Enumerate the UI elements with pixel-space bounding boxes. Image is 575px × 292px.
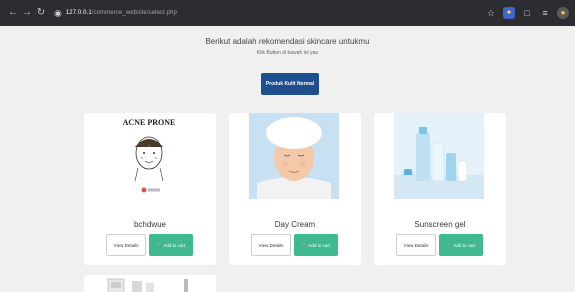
site-info-icon[interactable]: ◉	[54, 8, 62, 19]
address-bar[interactable]: 127.0.0.1/commerce_website/select.php	[66, 10, 177, 16]
add-to-cart-button[interactable]: 🛒 Add to cart	[439, 234, 483, 256]
product-card	[84, 275, 216, 292]
tab-menu-icon[interactable]: ≡	[539, 8, 551, 18]
page-subheading: Klik Button di bawah ini yaa	[256, 50, 319, 56]
view-details-button[interactable]: View Details	[251, 234, 291, 256]
product-image	[249, 113, 339, 199]
product-name: Sunscreen gel	[414, 220, 466, 229]
star-icon[interactable]: ☆	[485, 8, 497, 19]
reload-icon[interactable]: ↻	[34, 0, 48, 26]
profile-avatar-icon[interactable]: ●	[557, 7, 569, 19]
product-image: ACNE PRONE	[104, 113, 194, 199]
view-details-button[interactable]: View Details	[396, 234, 436, 256]
product-card: Sunscreen gel View Details 🛒 Add to cart	[374, 113, 506, 265]
page-heading: Berikut adalah rekomendasi skincare untu…	[205, 37, 370, 46]
image-caption-text: ACNE PRONE	[123, 118, 176, 127]
add-to-cart-button[interactable]: 🛒 Add to cart	[294, 234, 338, 256]
add-to-cart-label: Add to cart	[453, 242, 476, 248]
add-to-cart-label: Add to cart	[308, 242, 331, 248]
normal-skin-products-button[interactable]: Produk Kulit Normal	[261, 73, 319, 95]
extensions-puzzle-icon[interactable]: □	[521, 8, 533, 18]
product-name: bchdwue	[133, 220, 167, 229]
url-path: /commerce_website/select.php	[91, 10, 177, 16]
add-to-cart-button[interactable]: 🛒 Add to cart	[149, 234, 193, 256]
product-name: Day Cream	[274, 220, 316, 229]
browser-actions: ☆ ✦ □ ≡ ●	[485, 0, 569, 26]
product-image	[394, 113, 484, 199]
browser-toolbar: ← → ↻ ◉ 127.0.0.1/commerce_website/selec…	[0, 0, 575, 26]
arrow-left-icon[interactable]: ←	[6, 0, 20, 26]
cart-icon: 🛒	[301, 242, 308, 247]
url-host: 127.0.0.1	[65, 10, 92, 16]
add-to-cart-label: Add to cart	[163, 242, 186, 248]
product-card: ACNE PRONE bchdwue View Details 🛒 Add to…	[84, 113, 216, 265]
product-card: Day Cream View Details 🛒 Add to cart	[229, 113, 361, 265]
arrow-right-icon[interactable]: →	[20, 0, 34, 26]
extension-icon[interactable]: ✦	[503, 7, 515, 19]
cart-icon: 🛒	[446, 242, 453, 247]
cart-icon: 🛒	[156, 242, 163, 247]
view-details-button[interactable]: View Details	[106, 234, 146, 256]
